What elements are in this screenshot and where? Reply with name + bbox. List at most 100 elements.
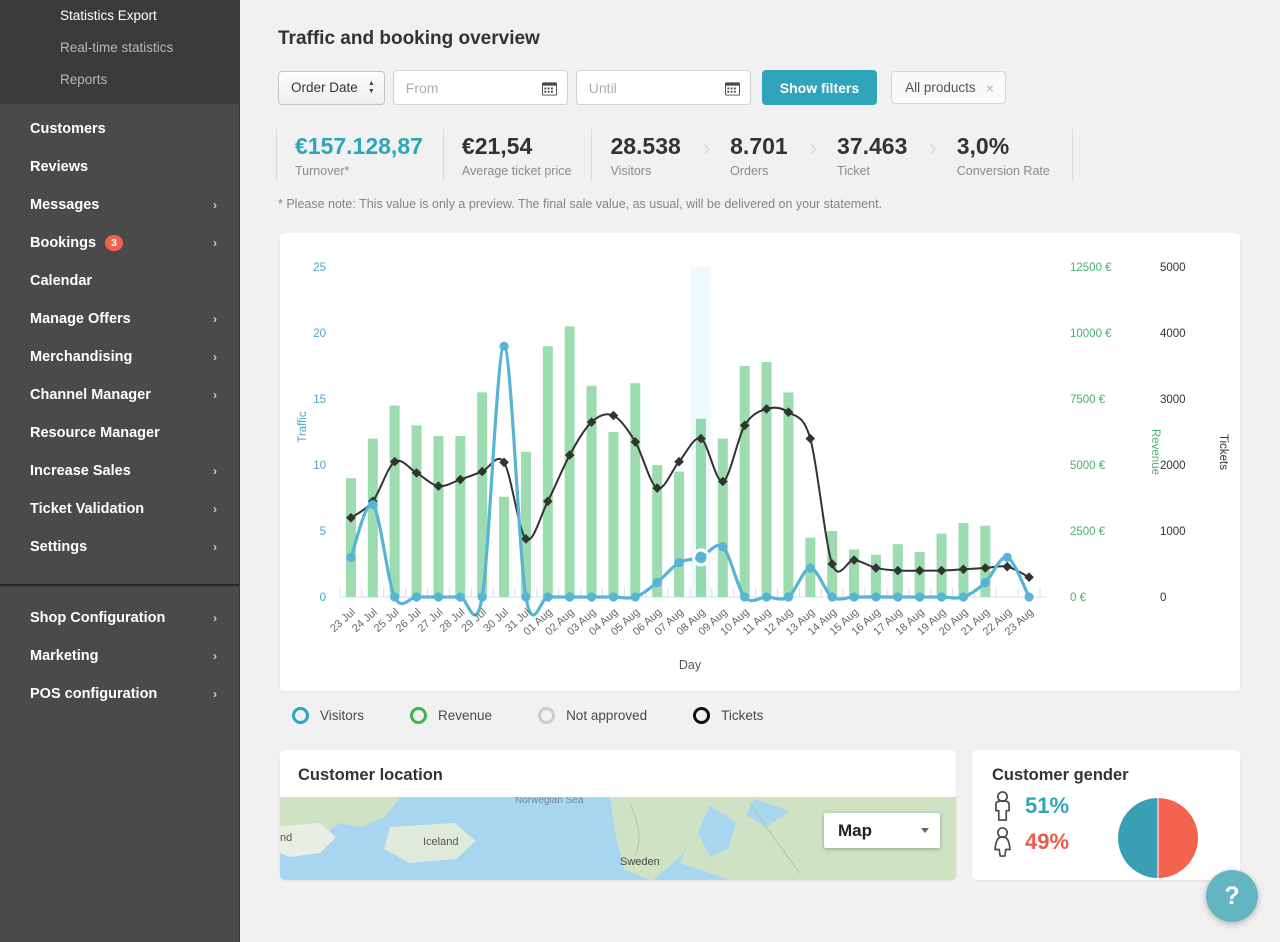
sidebar-subitem-statistics-export[interactable]: Statistics Export [0,0,239,32]
sidebar-item-label: Resource Manager [30,425,160,441]
svg-text:Iceland: Iceland [423,836,458,848]
svg-text:nd: nd [280,832,292,844]
stepper-arrows-icon: ▲▼ [368,81,375,95]
legend-item-visitors[interactable]: Visitors [292,707,364,724]
bottom-cards: Customer location Norwegian Sea [240,750,1280,880]
customer-location-map[interactable]: Norwegian Sea Iceland Sweden nd Map [280,797,956,880]
kpi-label: Orders [730,164,788,179]
main-content: Traffic and booking overview Order Date … [240,0,1280,942]
chevron-right-icon: › [927,135,938,161]
legend-item-not-approved[interactable]: Not approved [538,707,647,724]
svg-text:2000: 2000 [1160,460,1186,472]
sidebar-item-label: Customers [30,121,106,137]
kpi-visitors: 28.538 Visitors [591,129,700,181]
svg-text:25: 25 [313,262,326,274]
legend-label: Tickets [721,708,763,723]
kpi-average-ticket-price: €21,54 Average ticket price [443,129,592,181]
sidebar-item-label: Bookings [30,235,96,251]
sidebar-item-label: Merchandising [30,349,132,365]
sidebar-item-label: Shop Configuration [30,610,165,626]
map-type-select[interactable]: Map [824,813,940,848]
sidebar-item-label: Messages [30,197,99,213]
svg-text:5: 5 [320,526,326,538]
kpi-value: €21,54 [462,132,572,160]
kpi-label: Visitors [610,164,680,179]
close-icon[interactable]: × [986,81,994,95]
chevron-right-icon: › [213,541,217,553]
chart-legend: Visitors Revenue Not approved Tickets [280,691,1240,724]
sidebar-item-marketing[interactable]: Marketing › [0,637,239,675]
chevron-right-icon: › [213,688,217,700]
sidebar-item-label: Ticket Validation [30,501,144,517]
sidebar-item-reviews[interactable]: Reviews [0,148,239,186]
female-person-icon [992,827,1013,857]
sidebar-item-manage-offers[interactable]: Manage Offers › [0,300,239,338]
show-filters-button[interactable]: Show filters [762,70,877,105]
chart-area: 05101520250 €2500 €5000 €7500 €10000 €12… [280,247,1240,691]
sidebar-item-shop-configuration[interactable]: Shop Configuration › [0,599,239,637]
chevron-right-icon: › [213,351,217,363]
sidebar: Statistics Export Real-time statistics R… [0,0,240,942]
gender-pie-chart [1118,798,1198,878]
legend-item-tickets[interactable]: Tickets [693,707,763,724]
sidebar-item-label: Increase Sales [30,463,131,479]
sidebar-item-channel-manager[interactable]: Channel Manager › [0,376,239,414]
chevron-right-icon: › [213,237,217,249]
date-from-field[interactable]: From [393,70,568,105]
kpi-value: 37.463 [837,132,907,160]
chevron-right-icon: › [701,135,712,161]
svg-text:Sweden: Sweden [620,856,660,868]
customer-location-title: Customer location [298,766,938,785]
sidebar-item-label: Marketing [30,648,99,664]
sidebar-item-resource-manager[interactable]: Resource Manager [0,414,239,452]
sidebar-item-increase-sales[interactable]: Increase Sales › [0,452,239,490]
sidebar-item-bookings[interactable]: Bookings 3 › [0,224,239,262]
map-type-value: Map [838,821,872,841]
kpi-label: Conversion Rate [957,164,1050,179]
product-filter-chip[interactable]: All products × [891,71,1006,104]
date-until-field[interactable]: Until [576,70,751,105]
svg-text:7500 €: 7500 € [1070,394,1106,406]
legend-label: Not approved [566,708,647,723]
bookings-count-badge: 3 [105,235,123,251]
chevron-right-icon: › [213,199,217,211]
sidebar-item-label: POS configuration [30,686,157,702]
help-button[interactable]: ? [1206,870,1258,922]
date-until-placeholder: Until [589,80,617,96]
kpi-label: Average ticket price [462,164,572,179]
kpi-ticket: 37.463 Ticket [819,129,927,181]
kpi-conversion-rate: 3,0% Conversion Rate [939,129,1070,181]
svg-text:10: 10 [313,460,326,472]
svg-text:4000: 4000 [1160,328,1186,340]
chevron-right-icon: › [213,612,217,624]
sidebar-item-calendar[interactable]: Calendar [0,262,239,300]
kpi-label: Ticket [837,164,907,179]
svg-text:Traffic: Traffic [297,411,309,443]
sidebar-item-merchandising[interactable]: Merchandising › [0,338,239,376]
turnover-note: * Please note: This value is only a prev… [240,181,1280,211]
svg-text:12500 €: 12500 € [1070,262,1112,274]
kpi-orders: 8.701 Orders [712,129,808,181]
svg-text:5000 €: 5000 € [1070,460,1106,472]
svg-text:Day: Day [679,658,702,672]
traffic-booking-chart[interactable]: 05101520250 €2500 €5000 €7500 €10000 €12… [280,247,1240,687]
sidebar-submenu: Statistics Export Real-time statistics R… [0,0,239,104]
legend-item-revenue[interactable]: Revenue [410,707,492,724]
svg-text:5000: 5000 [1160,262,1186,274]
sidebar-item-ticket-validation[interactable]: Ticket Validation › [0,490,239,528]
kpi-row: €157.128,87 Turnover* €21,54 Average tic… [240,105,1280,181]
sidebar-item-label: Settings [30,539,87,555]
sidebar-item-settings[interactable]: Settings › [0,528,239,566]
sidebar-subitem-reports[interactable]: Reports [0,64,239,96]
sidebar-item-customers[interactable]: Customers [0,110,239,148]
app-root: Statistics Export Real-time statistics R… [0,0,1280,942]
svg-text:0: 0 [320,592,326,604]
date-type-select[interactable]: Order Date ▲▼ [278,71,385,105]
sidebar-item-messages[interactable]: Messages › [0,186,239,224]
kpi-value: €157.128,87 [295,132,423,160]
sidebar-item-pos-configuration[interactable]: POS configuration › [0,675,239,713]
svg-text:10000 €: 10000 € [1070,328,1112,340]
male-percentage: 51% [1025,793,1069,819]
legend-color-swatch [410,707,427,724]
sidebar-subitem-realtime-statistics[interactable]: Real-time statistics [0,32,239,64]
